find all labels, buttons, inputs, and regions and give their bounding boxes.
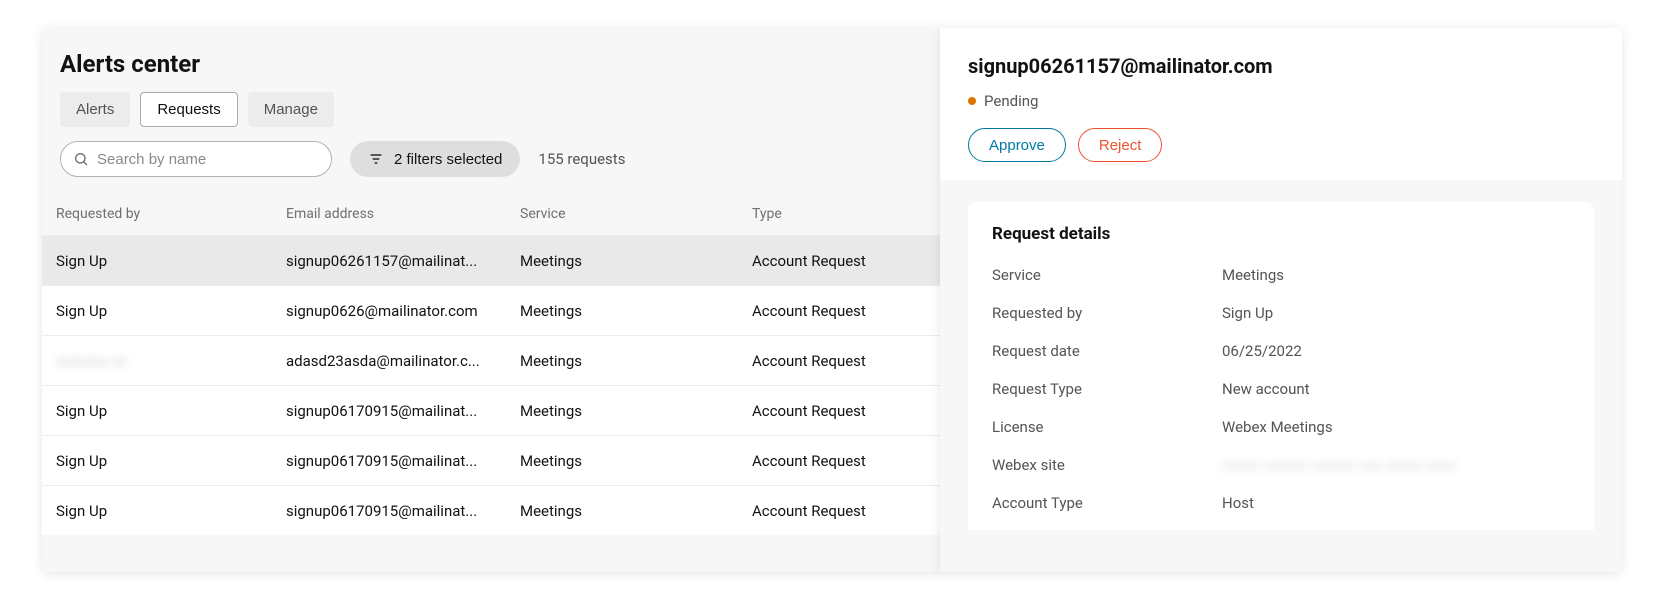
kv-license: License Webex Meetings <box>992 408 1570 446</box>
cell-type: Account Request <box>752 352 926 370</box>
col-requested-by[interactable]: Requested by <box>56 206 286 222</box>
alerts-center-panel: Alerts center Alerts Requests Manage <box>42 28 940 572</box>
kv-key: Request Type <box>992 380 1222 398</box>
kv-value: Host <box>1222 494 1570 512</box>
kv-key: Webex site <box>992 456 1222 474</box>
filters-button[interactable]: 2 filters selected <box>350 141 520 177</box>
cell-requested-by: Sign Up <box>56 302 286 320</box>
cell-service: Meetings <box>520 302 752 320</box>
status-dot-icon <box>968 97 976 105</box>
kv-key: Request date <box>992 342 1222 360</box>
table-body: Sign Up signup06261157@mailinat... Meeti… <box>42 235 940 535</box>
col-email[interactable]: Email address <box>286 206 520 222</box>
kv-key: Service <box>992 266 1222 284</box>
tabs: Alerts Requests Manage <box>42 92 940 141</box>
cell-email: adasd23asda@mailinator.c... <box>286 352 520 370</box>
cell-type: Account Request <box>752 502 926 520</box>
detail-body: Request details Service Meetings Request… <box>940 180 1622 572</box>
cell-requested-by: Sign Up <box>56 452 286 470</box>
search-input[interactable] <box>97 151 319 168</box>
cell-email: signup06170915@mailinat... <box>286 402 520 420</box>
detail-title: signup06261157@mailinator.com <box>968 54 1594 78</box>
kv-value: 06/25/2022 <box>1222 342 1570 360</box>
kv-value: Webex Meetings <box>1222 418 1570 436</box>
status-line: Pending <box>968 92 1594 110</box>
col-service[interactable]: Service <box>520 206 752 222</box>
request-detail-panel: signup06261157@mailinator.com Pending Ap… <box>940 28 1622 572</box>
cell-requested-by: xxxxxxx xx <box>56 352 286 370</box>
tab-requests[interactable]: Requests <box>140 92 237 127</box>
reject-button[interactable]: Reject <box>1078 128 1163 162</box>
detail-header: signup06261157@mailinator.com Pending Ap… <box>940 28 1622 180</box>
cell-requested-by: Sign Up <box>56 252 286 270</box>
kv-requested-by: Requested by Sign Up <box>992 294 1570 332</box>
filters-label: 2 filters selected <box>394 151 502 168</box>
toolbar: 2 filters selected 155 requests <box>42 141 940 193</box>
cell-email: signup06170915@mailinat... <box>286 502 520 520</box>
kv-service: Service Meetings <box>992 256 1570 294</box>
kv-value: xxxxx xxxxxx xxxxxx xxx xxxxx xxxx <box>1222 456 1570 474</box>
table-row[interactable]: Sign Up signup06170915@mailinat... Meeti… <box>42 385 940 435</box>
table-row[interactable]: Sign Up signup06170915@mailinat... Meeti… <box>42 485 940 535</box>
tab-alerts[interactable]: Alerts <box>60 92 130 127</box>
cell-type: Account Request <box>752 302 926 320</box>
table-row[interactable]: Sign Up signup06261157@mailinat... Meeti… <box>42 235 940 285</box>
search-icon <box>73 151 89 167</box>
kv-value: Meetings <box>1222 266 1570 284</box>
kv-value: Sign Up <box>1222 304 1570 322</box>
cell-type: Account Request <box>752 452 926 470</box>
col-type[interactable]: Type <box>752 206 926 222</box>
kv-webex-site: Webex site xxxxx xxxxxx xxxxxx xxx xxxxx… <box>992 446 1570 484</box>
status-text: Pending <box>984 92 1038 110</box>
cell-service: Meetings <box>520 252 752 270</box>
kv-value: New account <box>1222 380 1570 398</box>
table-header: Requested by Email address Service Type <box>42 193 940 235</box>
cell-type: Account Request <box>752 252 926 270</box>
cell-type: Account Request <box>752 402 926 420</box>
page-title: Alerts center <box>42 28 940 92</box>
cell-requested-by: Sign Up <box>56 502 286 520</box>
kv-request-date: Request date 06/25/2022 <box>992 332 1570 370</box>
request-details-heading: Request details <box>992 224 1570 244</box>
cell-service: Meetings <box>520 452 752 470</box>
tab-manage[interactable]: Manage <box>248 92 334 127</box>
table-row[interactable]: xxxxxxx xx adasd23asda@mailinator.c... M… <box>42 335 940 385</box>
cell-service: Meetings <box>520 502 752 520</box>
request-details-card: Request details Service Meetings Request… <box>968 202 1594 530</box>
requests-count: 155 requests <box>538 150 625 168</box>
table-row[interactable]: Sign Up signup0626@mailinator.com Meetin… <box>42 285 940 335</box>
action-row: Approve Reject <box>968 128 1594 162</box>
table-row[interactable]: Sign Up signup06170915@mailinat... Meeti… <box>42 435 940 485</box>
kv-key: Account Type <box>992 494 1222 512</box>
kv-account-type: Account Type Host <box>992 484 1570 522</box>
cell-service: Meetings <box>520 402 752 420</box>
kv-key: License <box>992 418 1222 436</box>
cell-email: signup06170915@mailinat... <box>286 452 520 470</box>
approve-button[interactable]: Approve <box>968 128 1066 162</box>
kv-request-type: Request Type New account <box>992 370 1570 408</box>
search-field-wrap[interactable] <box>60 141 332 177</box>
cell-email: signup0626@mailinator.com <box>286 302 520 320</box>
filter-icon <box>368 151 384 167</box>
cell-service: Meetings <box>520 352 752 370</box>
cell-email: signup06261157@mailinat... <box>286 252 520 270</box>
kv-key: Requested by <box>992 304 1222 322</box>
cell-requested-by: Sign Up <box>56 402 286 420</box>
